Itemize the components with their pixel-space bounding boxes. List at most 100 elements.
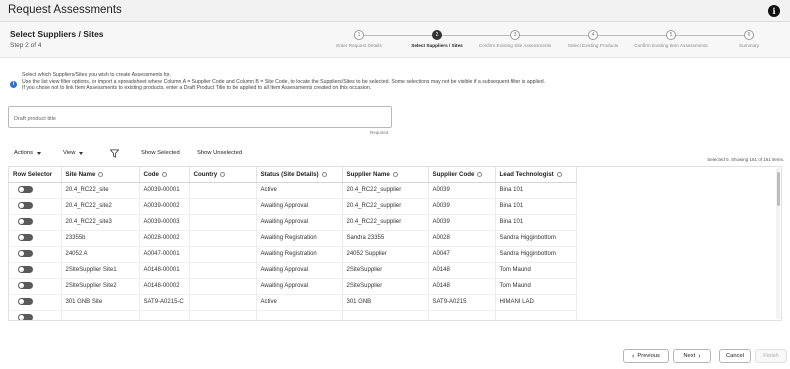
show-selected-button[interactable]: Show Selected	[141, 150, 180, 156]
instructions: i Select which Suppliers/Sites you wish …	[10, 72, 780, 92]
table-cell: A0039	[428, 214, 496, 231]
column-header[interactable]: Site Name	[61, 167, 140, 183]
column-header[interactable]: Code	[139, 167, 190, 183]
table-row[interactable]: 20.4_RC22_site A0039-00001 Active 20.4_RC22…	[9, 182, 577, 199]
table-cell: A0047-00001	[139, 246, 190, 263]
step-5: 5 Confirm Existing Item Assessments	[632, 24, 710, 49]
draft-product-title-input[interactable]	[9, 109, 391, 129]
row-select-toggle[interactable]	[18, 234, 33, 242]
row-select-toggle[interactable]	[18, 202, 33, 210]
cancel-button[interactable]: Cancel	[719, 349, 751, 363]
view-menu[interactable]: View	[63, 150, 84, 156]
row-selector-cell[interactable]	[9, 262, 62, 279]
table-row[interactable]: 2SiteSupplier Site1 A0148-00001 Awaiting A…	[9, 262, 577, 279]
previous-button[interactable]: ‹ Previous	[623, 349, 669, 363]
step-2: 2 Select Suppliers / Sites	[398, 24, 476, 49]
show-unselected-button[interactable]: Show Unselected	[197, 150, 242, 156]
row-selector-cell[interactable]	[9, 310, 62, 320]
row-select-toggle[interactable]	[18, 266, 33, 274]
step-number-circle: 1	[354, 30, 364, 40]
table-row[interactable]: 24052 A A0047-00001 Awaiting Registration 2…	[9, 246, 577, 263]
actions-menu[interactable]: Actions	[14, 150, 42, 156]
step-6: 6 Summary	[710, 24, 788, 49]
sort-icon[interactable]	[220, 171, 226, 177]
table-cell	[61, 310, 140, 320]
cancel-button-label: Cancel	[725, 353, 745, 359]
instructions-line-3: If you chose not to link Item Assessment…	[22, 85, 372, 92]
table-row[interactable]: 23355b A0028-00002 Awaiting Registration Sa…	[9, 230, 577, 247]
sort-icon[interactable]	[98, 171, 104, 177]
table-cell: A0039-00001	[139, 182, 190, 199]
suppliers-sites-table: Row Selector Site Name Code Country Status (…	[8, 166, 782, 321]
table-row[interactable]: 2SiteSupplier Site2 A0148-00002 Awaiting A…	[9, 278, 577, 295]
column-header[interactable]: Supplier Code	[428, 167, 496, 183]
step-number-circle: 3	[510, 30, 520, 40]
step-label: Confirm Existing Site Assessments	[478, 43, 552, 48]
step-label: Select Existing Products	[567, 43, 619, 48]
table-cell: 20.4_RC22_supplier	[342, 214, 429, 231]
sort-icon[interactable]	[161, 171, 167, 177]
table-cell: Bina 101	[495, 182, 577, 199]
table-toolbar: Actions View Show Selected Show Unselect…	[8, 149, 788, 162]
table-cell: 20.4_RC22_site	[61, 182, 140, 199]
filter-icon[interactable]	[110, 149, 119, 158]
scrollbar-thumb[interactable]	[777, 172, 780, 206]
view-menu-label: View	[63, 150, 76, 156]
row-selector-cell[interactable]	[9, 278, 62, 295]
table-cell: 24052 A	[61, 246, 140, 263]
column-header[interactable]: Country	[189, 167, 257, 183]
table-cell	[189, 214, 257, 231]
column-header[interactable]: Status (Site Details)	[256, 167, 343, 183]
sort-icon[interactable]	[392, 171, 398, 177]
step-number-circle: 6	[744, 30, 754, 40]
table-row[interactable]: 20.4_RC22_site2 A0039-00002 Awaiting Appro…	[9, 198, 577, 215]
column-header-label: Row Selector	[13, 170, 53, 178]
row-selector-cell[interactable]	[9, 230, 62, 247]
table-cell	[189, 278, 257, 295]
table-cell	[189, 230, 257, 247]
table-cell: Awaiting Approval	[256, 214, 343, 231]
table-cell: Active	[256, 182, 343, 199]
chevron-right-icon: ›	[698, 352, 701, 360]
table-cell: Awaiting Approval	[256, 278, 343, 295]
next-button-label: Next	[683, 353, 696, 359]
table-cell: A0047	[428, 246, 496, 263]
sort-icon[interactable]	[556, 171, 562, 177]
table-cell	[256, 310, 343, 320]
table-row[interactable]	[9, 310, 577, 320]
table-cell: 20.4_RC22_site2	[61, 198, 140, 215]
column-header-label: Code	[143, 170, 159, 178]
row-select-toggle[interactable]	[18, 250, 33, 258]
table-cell: 301 GNB Site	[61, 294, 140, 311]
data-grid: Row Selector Site Name Code Country Status (…	[9, 167, 577, 320]
row-selector-cell[interactable]	[9, 294, 62, 311]
table-row[interactable]: 20.4_RC22_site3 A0039-00003 Awaiting Appro…	[9, 214, 577, 231]
row-select-toggle[interactable]	[18, 282, 33, 290]
step-4: 4 Select Existing Products	[554, 24, 632, 49]
row-selector-cell[interactable]	[9, 198, 62, 215]
column-header-label: Supplier Code	[432, 170, 475, 178]
draft-product-title-field[interactable]	[8, 106, 392, 129]
instructions-line-2: Use the list view filter options, or imp…	[22, 78, 546, 85]
previous-button-label: Previous	[637, 353, 660, 359]
row-select-toggle[interactable]	[18, 218, 33, 226]
sort-icon[interactable]	[321, 171, 327, 177]
row-selector-cell[interactable]	[9, 246, 62, 263]
column-header[interactable]: Lead Technologist	[495, 167, 577, 183]
column-header[interactable]: Supplier Name	[342, 167, 429, 183]
table-cell	[139, 310, 190, 320]
table-cell: Tom Maund	[495, 262, 577, 279]
row-selector-cell[interactable]	[9, 214, 62, 231]
row-selector-cell[interactable]	[9, 182, 62, 199]
finish-button[interactable]: Finish	[755, 349, 787, 363]
row-select-toggle[interactable]	[18, 314, 33, 320]
app-title: Request Assessments	[8, 4, 122, 16]
next-button[interactable]: Next ›	[673, 349, 711, 363]
table-row[interactable]: 301 GNB Site SAT9-A0215-C Active 301 GNB SAT…	[9, 294, 577, 311]
step-1: 1 Enter Request Details	[320, 24, 398, 49]
info-icon[interactable]: i	[768, 5, 780, 17]
table-cell: A0039-00002	[139, 198, 190, 215]
row-select-toggle[interactable]	[18, 186, 33, 194]
row-select-toggle[interactable]	[18, 298, 33, 306]
sort-icon[interactable]	[477, 171, 483, 177]
